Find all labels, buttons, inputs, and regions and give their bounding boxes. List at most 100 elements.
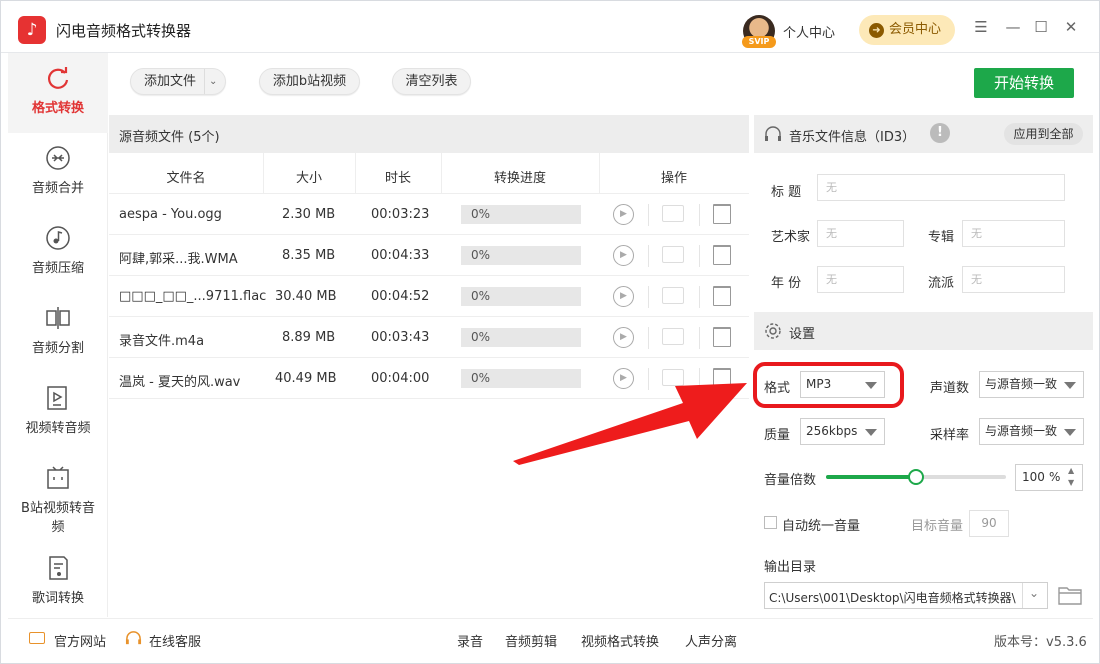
- output-dir-select[interactable]: C:\Users\001\Desktop\闪电音频格式转换器\ ⌄: [764, 582, 1048, 609]
- title-bar: ♪ 闪电音频格式转换器 SVIP 个人中心 会员中心 ➜ ☰ — ☐ ✕: [1, 1, 1099, 53]
- footer-link-audio-edit[interactable]: 音频剪辑: [505, 631, 557, 650]
- sidebar-item-bilibili[interactable]: B站视频转音频: [8, 453, 108, 543]
- personal-center-link[interactable]: 个人中心: [783, 22, 835, 41]
- website-link[interactable]: 官方网站: [54, 631, 106, 650]
- folder-icon[interactable]: [662, 246, 684, 263]
- folder-icon[interactable]: [662, 205, 684, 222]
- trash-icon[interactable]: [713, 245, 731, 265]
- table-row[interactable]: aespa - You.ogg 2.30 MB 00:03:23 0% ▶: [109, 194, 749, 235]
- title-field[interactable]: 无: [817, 174, 1065, 201]
- trash-icon[interactable]: [713, 286, 731, 306]
- file-list-header: 源音频文件 (5个): [109, 115, 749, 153]
- footer: 官方网站 在线客服 录音 音频剪辑 视频格式转换 人声分离 版本号：v5.3.6: [8, 618, 1093, 658]
- stepper-up-icon[interactable]: ▲: [1068, 466, 1074, 475]
- progress-text: 0%: [471, 248, 491, 262]
- file-size: 8.35 MB: [282, 248, 336, 263]
- divider: [648, 204, 649, 226]
- support-link[interactable]: 在线客服: [149, 631, 201, 650]
- close-icon[interactable]: ✕: [1062, 18, 1080, 36]
- folder-open-icon[interactable]: [1058, 585, 1082, 605]
- year-field[interactable]: 无: [817, 266, 904, 293]
- video-to-audio-icon: [47, 386, 67, 410]
- volume-slider[interactable]: [826, 469, 1006, 485]
- maximize-icon[interactable]: ☐: [1032, 18, 1050, 36]
- add-bilibili-button[interactable]: 添加b站视频: [259, 68, 360, 95]
- chevron-down-icon[interactable]: ⌄: [209, 69, 217, 94]
- trash-icon[interactable]: [713, 204, 731, 224]
- footer-link-record[interactable]: 录音: [457, 631, 483, 650]
- file-duration: 00:04:33: [371, 248, 430, 263]
- sidebar-item-split[interactable]: 音频分割: [8, 293, 108, 373]
- app-title: 闪电音频格式转换器: [56, 22, 192, 40]
- start-convert-button[interactable]: 开始转换: [974, 68, 1074, 98]
- output-dir-path: C:\Users\001\Desktop\闪电音频格式转换器\: [769, 591, 1016, 605]
- progress-text: 0%: [471, 330, 491, 344]
- info-icon[interactable]: !: [930, 123, 950, 143]
- play-icon[interactable]: ▶: [613, 245, 634, 266]
- file-size: 2.30 MB: [282, 207, 336, 222]
- volume-label: 音量倍数: [764, 473, 817, 488]
- footer-link-video-convert[interactable]: 视频格式转换: [581, 631, 659, 650]
- year-label: 年 份: [771, 276, 802, 291]
- file-size: 30.40 MB: [275, 289, 337, 304]
- play-icon[interactable]: ▶: [613, 286, 634, 307]
- auto-volume-label: 自动统一音量: [782, 519, 861, 534]
- format-highlight-box: [753, 362, 904, 408]
- quality-select[interactable]: 256kbps: [800, 418, 885, 445]
- footer-link-vocal-separate[interactable]: 人声分离: [685, 631, 737, 650]
- album-label: 专辑: [928, 230, 955, 245]
- sidebar-item-label: 视频转音频: [25, 421, 91, 436]
- split-icon: [46, 307, 70, 329]
- target-volume-field[interactable]: 90: [969, 510, 1009, 537]
- compress-icon: [46, 226, 70, 250]
- volume-value: 100: [1022, 470, 1045, 484]
- volume-unit: %: [1049, 470, 1061, 484]
- id3-header: 音乐文件信息（ID3） ! 应用到全部: [754, 115, 1093, 153]
- album-field[interactable]: 无: [962, 220, 1065, 247]
- sidebar-item-compress[interactable]: 音频压缩: [8, 213, 108, 293]
- progress-bar: 0%: [461, 328, 581, 347]
- play-icon[interactable]: ▶: [613, 327, 634, 348]
- file-duration: 00:04:00: [371, 371, 430, 386]
- output-dir-label: 输出目录: [764, 560, 817, 575]
- folder-icon[interactable]: [662, 328, 684, 345]
- channels-select[interactable]: 与源音频一致: [979, 371, 1084, 398]
- genre-field[interactable]: 无: [962, 266, 1065, 293]
- file-size: 40.49 MB: [275, 371, 337, 386]
- artist-field[interactable]: 无: [817, 220, 904, 247]
- apply-all-button[interactable]: 应用到全部: [1004, 123, 1083, 145]
- chevron-down-icon[interactable]: ⌄: [1029, 586, 1039, 600]
- sidebar-item-merge[interactable]: 音频合并: [8, 133, 108, 213]
- table-row[interactable]: □□□_□□_...9711.flac 30.40 MB 00:04:52 0%…: [109, 276, 749, 317]
- folder-icon[interactable]: [662, 287, 684, 304]
- column-header: 转换进度: [493, 171, 546, 186]
- play-icon[interactable]: ▶: [613, 204, 634, 225]
- column-header: 文件名: [166, 171, 206, 186]
- progress-bar: 0%: [461, 287, 581, 306]
- app-logo-icon: ♪: [18, 16, 46, 44]
- file-name: aespa - You.ogg: [119, 207, 222, 222]
- volume-stepper[interactable]: 100 % ▲ ▼: [1015, 464, 1083, 491]
- sidebar-item-format-convert[interactable]: 格式转换: [8, 53, 108, 133]
- divider: [1022, 583, 1023, 608]
- table-row[interactable]: 阿肆,郭采...我.WMA 8.35 MB 00:04:33 0% ▶: [109, 235, 749, 276]
- volume-slider-handle[interactable]: [908, 469, 924, 485]
- sidebar-item-video-to-audio[interactable]: 视频转音频: [8, 373, 108, 453]
- auto-volume-checkbox[interactable]: [764, 516, 777, 529]
- sidebar-item-label: 音频压缩: [31, 261, 84, 276]
- column-header: 时长: [384, 171, 411, 186]
- trash-icon[interactable]: [713, 327, 731, 347]
- clear-list-button[interactable]: 清空列表: [392, 68, 471, 95]
- minimize-icon[interactable]: —: [1004, 18, 1022, 36]
- add-file-button[interactable]: 添加文件 ⌄: [130, 68, 226, 95]
- menu-icon[interactable]: ☰: [972, 18, 990, 36]
- stepper-down-icon[interactable]: ▼: [1068, 478, 1074, 487]
- arrow-right-icon: ➜: [869, 23, 884, 38]
- table-row[interactable]: 录音文件.m4a 8.89 MB 00:03:43 0% ▶: [109, 317, 749, 358]
- sample-rate-select[interactable]: 与源音频一致: [979, 418, 1084, 445]
- sidebar-item-label: 音频合并: [31, 181, 84, 196]
- target-volume-label: 目标音量: [911, 519, 964, 534]
- sidebar-item-lyrics[interactable]: 歌词转换: [8, 543, 108, 623]
- gear-icon: [765, 323, 781, 339]
- artist-label: 艺术家: [771, 230, 811, 245]
